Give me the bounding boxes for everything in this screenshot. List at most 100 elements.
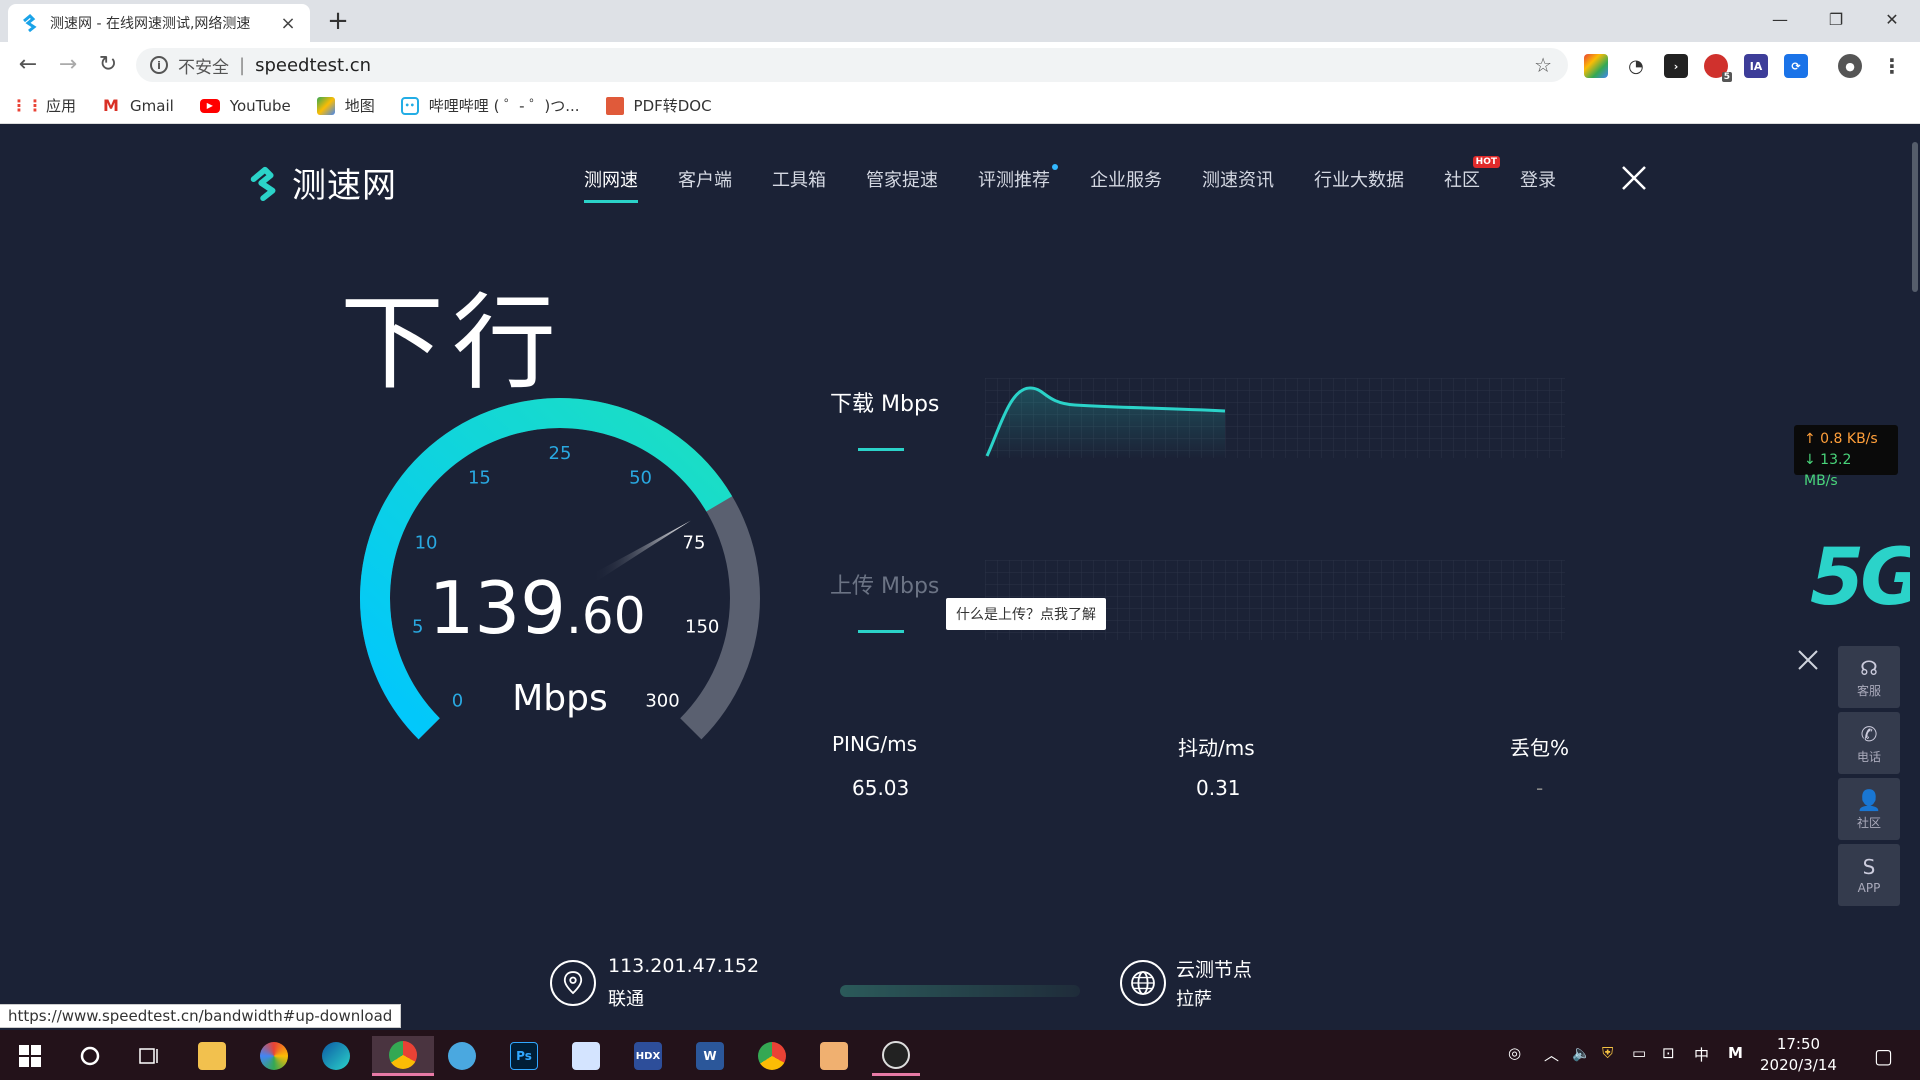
- browser-tab-bar: 测速网 - 在线网速测试,网络测速 × + — ❐ ✕: [0, 0, 1920, 42]
- url-text[interactable]: speedtest.cn: [255, 55, 371, 76]
- taskbar-hdx[interactable]: HDX: [624, 1036, 672, 1076]
- phone-icon: ✆: [1860, 721, 1878, 746]
- nav-boost[interactable]: 管家提速: [866, 166, 938, 203]
- tray-ime-icon[interactable]: 中: [1694, 1044, 1709, 1065]
- search-button[interactable]: [66, 1036, 114, 1076]
- forward-arrow-icon[interactable]: →: [54, 52, 82, 80]
- gauge-tick-label: 25: [549, 443, 572, 464]
- menu-kebab-icon[interactable]: ⋮: [1880, 54, 1904, 78]
- side-button-label: 客服: [1856, 683, 1881, 698]
- bookmark-pdf[interactable]: PDF转DOC: [605, 95, 712, 116]
- bookmark-gmail[interactable]: M Gmail: [102, 96, 174, 115]
- extension-terminal-icon[interactable]: ›: [1664, 54, 1688, 78]
- tray-shield-icon[interactable]: ⛨: [1602, 1044, 1613, 1062]
- tray-volume-icon[interactable]: 🔈: [1572, 1044, 1591, 1062]
- 5g-badge[interactable]: 5G: [1810, 533, 1920, 623]
- gauge-tick-label: 5: [412, 616, 423, 637]
- bookmark-bilibili[interactable]: •• 哔哩哔哩 ( ゜- ゜)つ...: [400, 95, 580, 116]
- extension-gauge-icon[interactable]: ◔: [1624, 54, 1648, 78]
- gauge-tick-label: 50: [629, 467, 652, 488]
- new-tab-button[interactable]: +: [324, 6, 352, 36]
- tray-network-icon[interactable]: ⊡: [1662, 1044, 1675, 1062]
- start-button[interactable]: [6, 1036, 54, 1076]
- reload-icon[interactable]: ↻: [94, 52, 122, 80]
- scrollbar-thumb[interactable]: [1912, 142, 1918, 292]
- profile-avatar-icon[interactable]: ●: [1838, 54, 1862, 78]
- gauge-tick-label: 75: [683, 533, 706, 554]
- tray-speedtest-icon[interactable]: ◎: [1508, 1044, 1521, 1062]
- bookmark-star-icon[interactable]: ☆: [1534, 53, 1552, 77]
- nav-label: 社区: [1444, 170, 1480, 191]
- speed-integer: 139: [429, 566, 566, 650]
- tab-title: 测速网 - 在线网速测试,网络测速: [50, 16, 251, 32]
- tray-chevron-up-icon[interactable]: ︿: [1544, 1044, 1559, 1065]
- nav-news[interactable]: 测速资讯: [1202, 166, 1274, 203]
- phone-button[interactable]: ✆ 电话: [1838, 712, 1900, 774]
- clock-date: 2020/3/14: [1760, 1056, 1837, 1074]
- info-icon[interactable]: i: [150, 56, 168, 74]
- bookmark-maps[interactable]: 地图: [316, 95, 375, 116]
- bookmark-label: PDF转DOC: [633, 97, 712, 115]
- close-window-button[interactable]: ✕: [1864, 0, 1920, 38]
- bilibili-icon: ••: [400, 96, 419, 115]
- taskbar-chrome-active[interactable]: [372, 1036, 434, 1076]
- page-scrollbar[interactable]: [1910, 128, 1920, 1030]
- nav-community[interactable]: 社区 HOT: [1444, 156, 1500, 203]
- taskbar-tool-app[interactable]: [810, 1036, 858, 1076]
- taskbar-file-explorer[interactable]: [188, 1036, 236, 1076]
- taskbar-chrome[interactable]: [748, 1036, 796, 1076]
- app-icon: S: [1862, 855, 1876, 879]
- apps-grid-icon: ⋮⋮: [11, 96, 43, 115]
- app-download-button[interactable]: S APP: [1838, 844, 1900, 906]
- community-icon: 👤: [1856, 787, 1882, 812]
- nav-reviews[interactable]: 评测推荐: [978, 164, 1058, 203]
- close-icon[interactable]: [1620, 164, 1648, 192]
- site-logo[interactable]: 测速网: [246, 158, 397, 207]
- side-panel-close-icon[interactable]: [1796, 648, 1820, 672]
- nav-login[interactable]: 登录: [1520, 166, 1556, 203]
- taskbar-obs[interactable]: [872, 1036, 920, 1076]
- hdx-icon: HDX: [634, 1042, 662, 1070]
- omnibox[interactable]: i 不安全 | speedtest.cn ☆: [136, 48, 1568, 82]
- extension-ia-icon[interactable]: IA: [1744, 54, 1768, 78]
- notification-center-icon[interactable]: ▢: [1874, 1044, 1893, 1068]
- download-rate: ↓ 13.2 MB/s: [1804, 452, 1852, 489]
- location-pin-icon: [550, 960, 596, 1006]
- nav-bigdata[interactable]: 行业大数据: [1314, 166, 1404, 203]
- browser-tab[interactable]: 测速网 - 在线网速测试,网络测速 ×: [8, 4, 310, 42]
- taskbar-pinwheel-app[interactable]: [250, 1036, 298, 1076]
- extension-sync-icon[interactable]: ⟳: [1784, 54, 1808, 78]
- nav-label: 行业大数据: [1314, 170, 1404, 191]
- system-clock[interactable]: 17:50 2020/3/14: [1760, 1034, 1837, 1076]
- extension-color-icon[interactable]: [1584, 54, 1608, 78]
- cortana-circle-icon: [80, 1046, 100, 1066]
- bookmark-youtube[interactable]: ▶ YouTube: [199, 97, 291, 115]
- taskbar-cloud-app[interactable]: [438, 1036, 486, 1076]
- community-button[interactable]: 👤 社区: [1838, 778, 1900, 840]
- tray-m-icon[interactable]: M: [1728, 1044, 1743, 1062]
- bookmark-apps[interactable]: ⋮⋮ 应用: [11, 95, 76, 116]
- restore-button[interactable]: ❐: [1808, 0, 1864, 38]
- customer-service-button[interactable]: ☊ 客服: [1838, 646, 1900, 708]
- upload-help-tooltip[interactable]: 什么是上传？点我了解: [946, 598, 1106, 630]
- link-status-bubble: https://www.speedtest.cn/bandwidth#up-do…: [0, 1004, 402, 1028]
- globe-icon: [1120, 960, 1166, 1006]
- extension-adblock-icon[interactable]: 5: [1704, 54, 1732, 82]
- taskbar-word[interactable]: W: [686, 1036, 734, 1076]
- nav-speedtest[interactable]: 测网速: [584, 166, 638, 203]
- headset-icon: ☊: [1860, 655, 1878, 680]
- back-arrow-icon[interactable]: ←: [14, 52, 42, 80]
- nav-enterprise[interactable]: 企业服务: [1090, 166, 1162, 203]
- windows-taskbar: Ps HDX W ◎ ︿ 🔈 ⛨ ▭ ⊡ 中 M 17:50 2020/3/14…: [0, 1030, 1920, 1080]
- taskbar-feishu[interactable]: [562, 1036, 610, 1076]
- minimize-button[interactable]: —: [1752, 0, 1808, 38]
- upload-indicator: [858, 630, 904, 633]
- jitter-value: 0.31: [1196, 776, 1241, 800]
- nav-toolbox[interactable]: 工具箱: [772, 166, 826, 203]
- tray-battery-icon[interactable]: ▭: [1632, 1044, 1646, 1062]
- nav-client[interactable]: 客户端: [678, 166, 732, 203]
- task-view-button[interactable]: [126, 1036, 174, 1076]
- taskbar-edge[interactable]: [312, 1036, 360, 1076]
- taskbar-photoshop[interactable]: Ps: [500, 1036, 548, 1076]
- tab-close-icon[interactable]: ×: [278, 13, 298, 34]
